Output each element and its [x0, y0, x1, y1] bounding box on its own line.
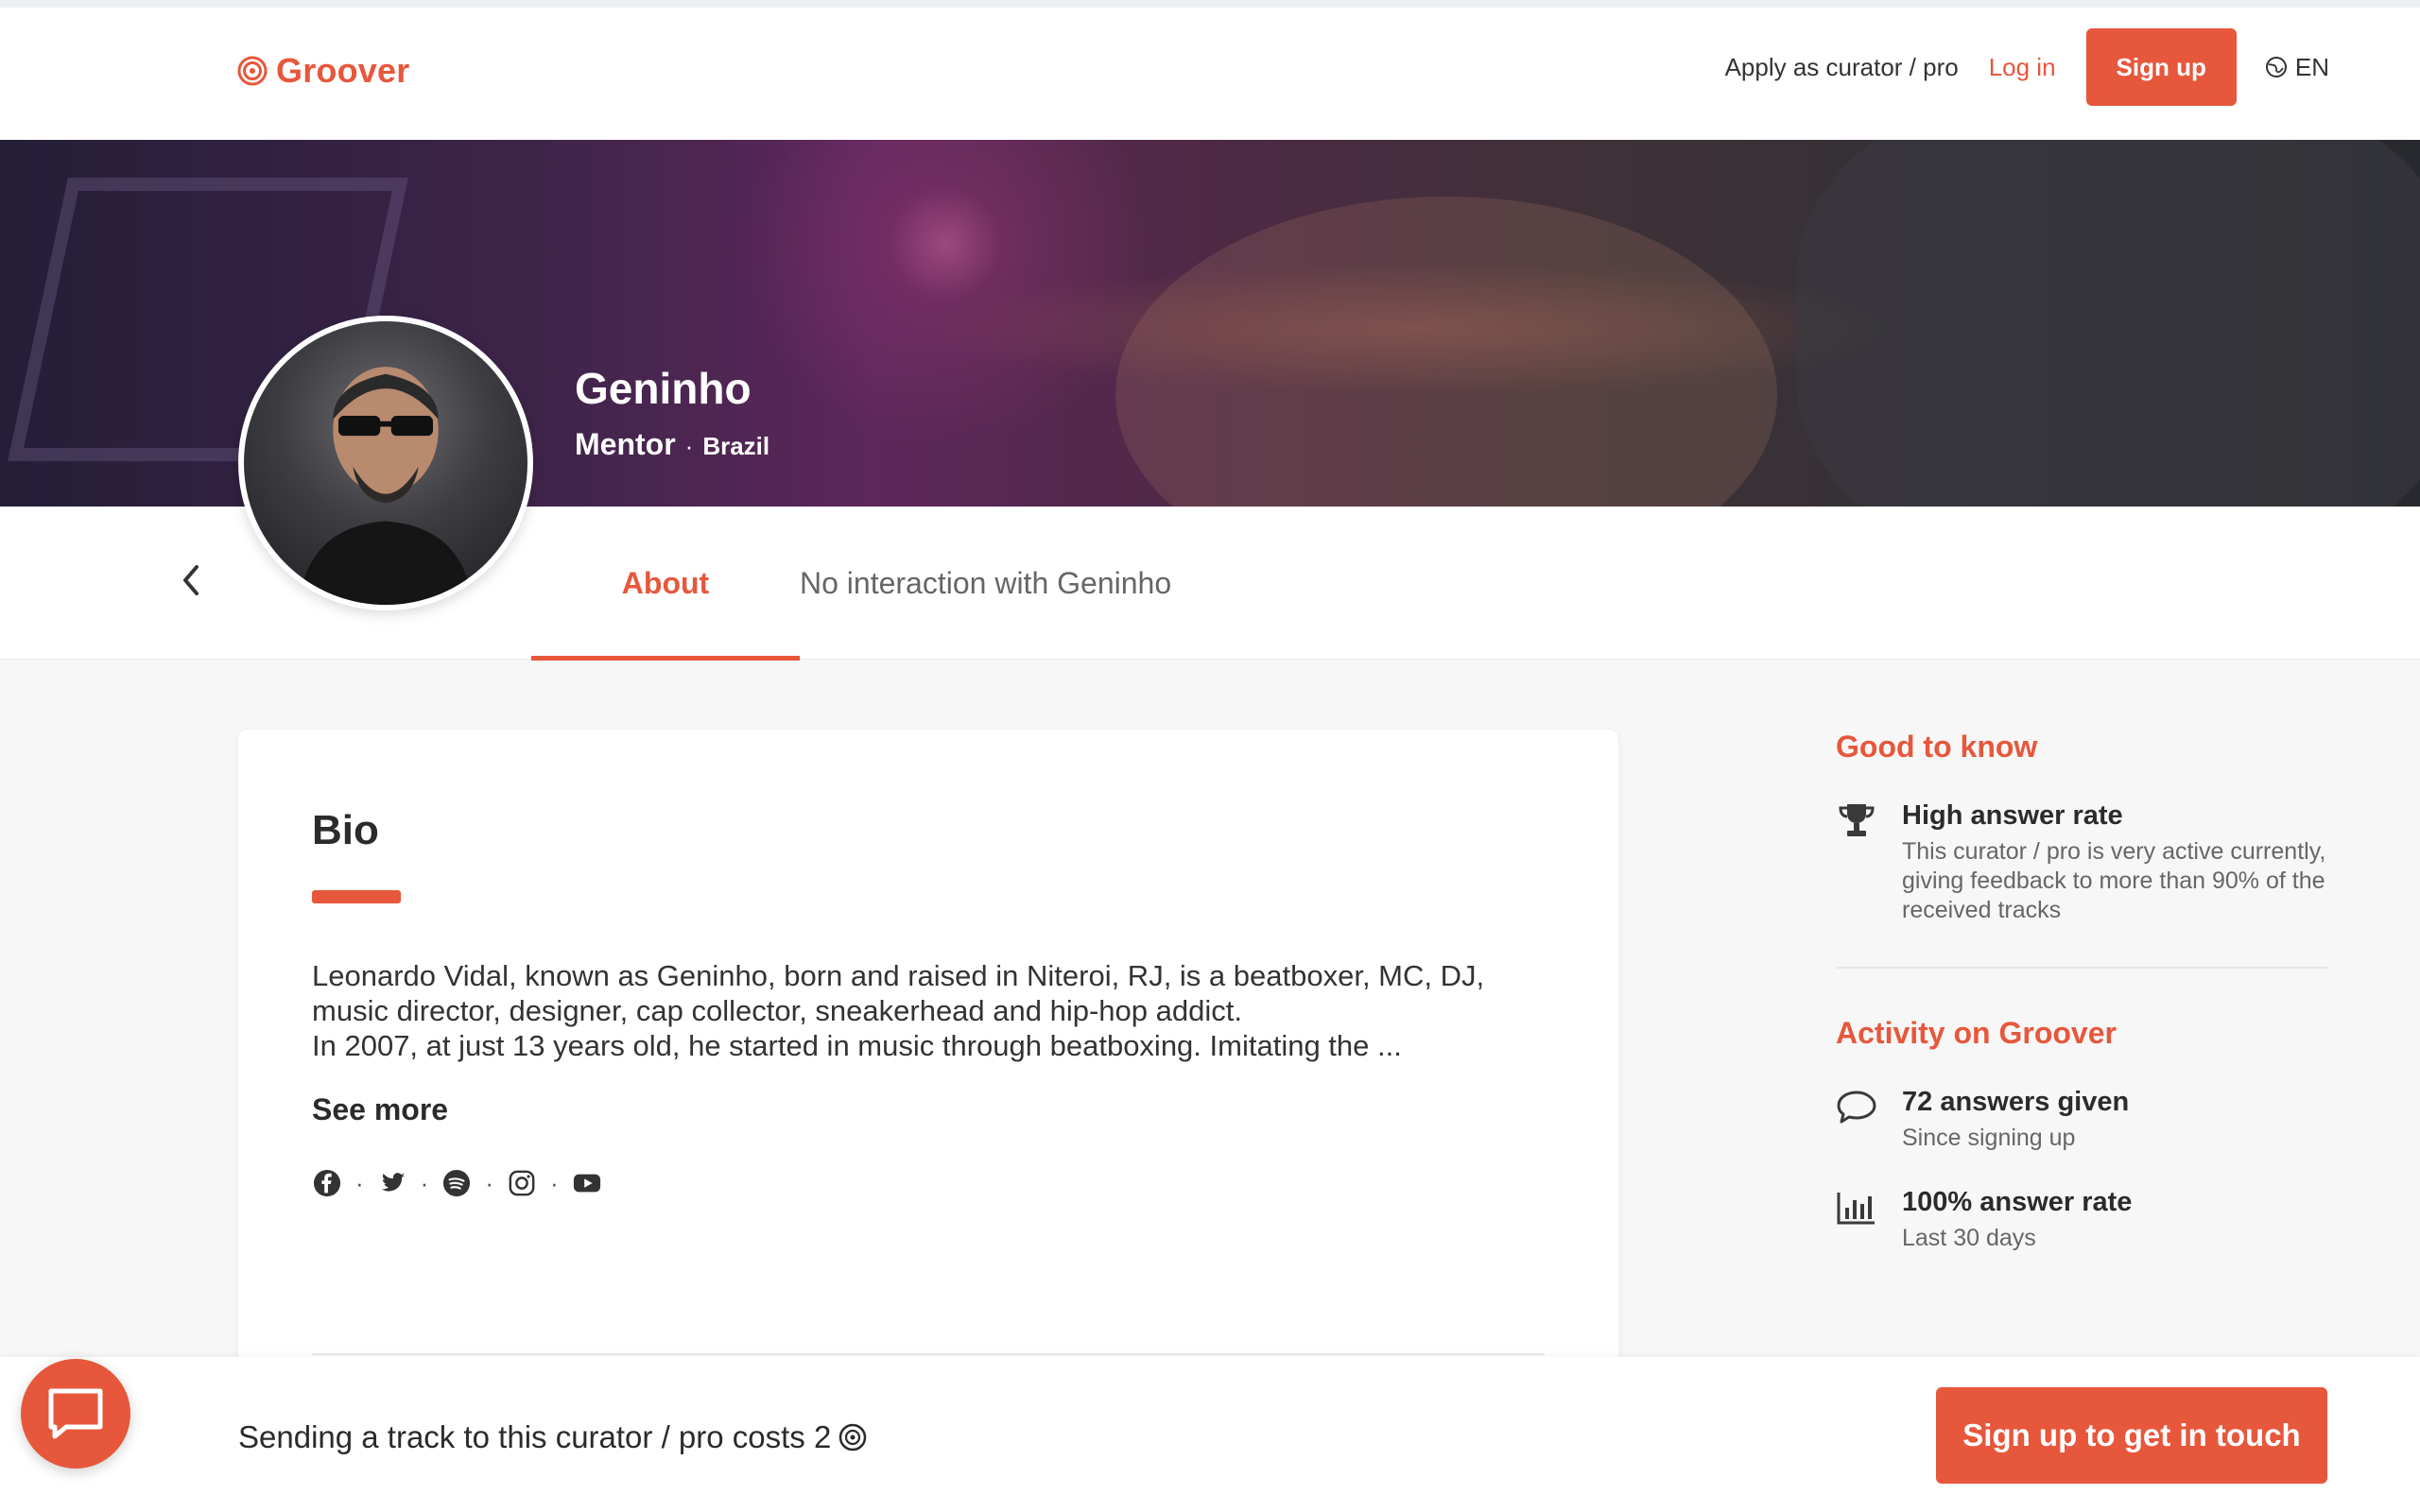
groover-logo-icon — [237, 56, 268, 86]
login-link[interactable]: Log in — [1989, 53, 2056, 82]
globe-icon — [2265, 57, 2287, 77]
bio-title-underline — [312, 890, 401, 903]
activity-heading: Activity on Groover — [1836, 1016, 2117, 1050]
language-label: EN — [2294, 52, 2329, 81]
bio-text: Leonardo Vidal, known as Geninho, born a… — [312, 958, 1560, 1063]
profile-role: Mentor — [575, 427, 676, 461]
item-title: High answer rate — [1902, 800, 2123, 831]
high-answer-rate-item: High answer rate This curator / pro is v… — [1836, 800, 2327, 925]
brand-name: Groover — [276, 51, 410, 90]
bio-title: Bio — [312, 807, 379, 853]
tab-about[interactable]: About — [531, 507, 800, 661]
item-description: Since signing up — [1902, 1125, 2076, 1151]
language-selector[interactable]: EN — [2265, 53, 2329, 82]
profile-meta: Mentor · Brazil — [575, 427, 769, 462]
profile-country: Brazil — [702, 432, 770, 460]
facebook-icon[interactable] — [312, 1168, 342, 1198]
social-separator: · — [355, 1168, 364, 1197]
chat-icon — [48, 1388, 103, 1439]
cost-text: Sending a track to this curator / pro co… — [238, 1419, 867, 1455]
good-to-know-heading: Good to know — [1836, 730, 2038, 764]
meta-separator: · — [684, 432, 694, 460]
social-links: · · · · — [312, 1168, 602, 1198]
see-more-link[interactable]: See more — [312, 1092, 448, 1127]
nav-right: Apply as curator / pro Log in Sign up EN — [1725, 28, 2329, 106]
profile-name: Geninho — [575, 364, 752, 413]
bio-line: In 2007, at just 13 years old, he starte… — [312, 1029, 1402, 1062]
bar-chart-icon — [1837, 1193, 1875, 1225]
back-arrow-icon[interactable] — [178, 561, 204, 599]
signup-to-get-in-touch-button[interactable]: Sign up to get in touch — [1936, 1387, 2327, 1484]
bio-divider — [312, 1353, 1545, 1355]
speech-bubble-icon — [1837, 1091, 1876, 1124]
item-title: 72 answers given — [1902, 1087, 2130, 1117]
bottom-cta-bar: Sending a track to this curator / pro co… — [0, 1357, 2420, 1512]
cost-label: Sending a track to this curator / pro co… — [238, 1419, 832, 1454]
chat-support-button[interactable] — [21, 1359, 130, 1469]
avatar-illustration — [298, 367, 474, 605]
social-separator: · — [420, 1168, 429, 1197]
avatar — [238, 316, 533, 610]
twitter-icon[interactable] — [377, 1168, 407, 1198]
bio-line: Leonardo Vidal, known as Geninho, born a… — [312, 959, 1485, 1027]
spotify-icon[interactable] — [441, 1168, 472, 1198]
apply-as-curator-link[interactable]: Apply as curator / pro — [1725, 53, 1959, 82]
bio-card: Bio Leonardo Vidal, known as Geninho, bo… — [238, 730, 1618, 1391]
top-border — [0, 0, 2420, 8]
answers-given-item: 72 answers given Since signing up — [1836, 1087, 2327, 1153]
social-separator: · — [550, 1168, 559, 1197]
item-description: Last 30 days — [1902, 1225, 2036, 1251]
tab-no-interaction[interactable]: No interaction with Geninho — [800, 507, 1171, 660]
item-description: This curator / pro is very active curren… — [1902, 838, 2326, 923]
groover-coin-icon — [839, 1423, 867, 1452]
item-title: 100% answer rate — [1902, 1187, 2133, 1217]
groover-logo[interactable]: Groover — [236, 51, 409, 91]
signup-button[interactable]: Sign up — [2085, 28, 2237, 106]
sidebar-divider — [1836, 967, 2327, 969]
answer-rate-item: 100% answer rate Last 30 days — [1836, 1187, 2327, 1253]
social-separator: · — [485, 1168, 494, 1197]
navbar: Groover Apply as curator / pro Log in Si… — [0, 8, 2420, 140]
instagram-icon[interactable] — [507, 1168, 537, 1198]
trophy-icon — [1839, 804, 1875, 836]
sidebar: Good to know High answer rate This curat… — [1836, 730, 2327, 1253]
youtube-icon[interactable] — [572, 1168, 602, 1198]
